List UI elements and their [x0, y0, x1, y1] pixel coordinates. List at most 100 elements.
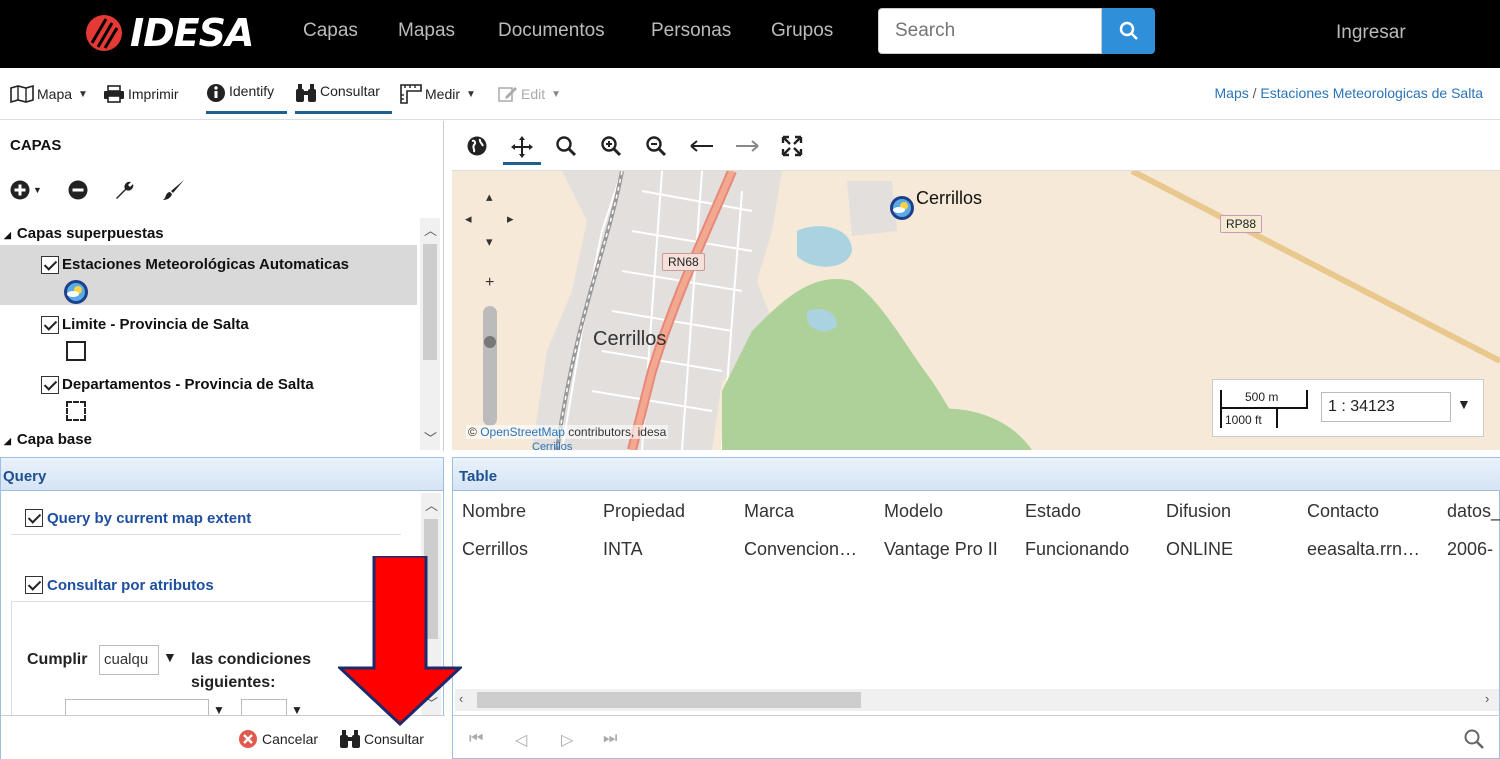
magnifier-icon	[556, 136, 577, 157]
login-link[interactable]: Ingresar	[1336, 22, 1406, 44]
table-cell: 2006-	[1447, 539, 1494, 559]
add-layer-button[interactable]: ▼	[10, 180, 42, 200]
query-attr-option[interactable]: Consultar por atributos	[25, 576, 214, 594]
full-extent-tool[interactable]	[779, 133, 805, 159]
group-overlay[interactable]: ◢ Capas superpuestas	[4, 225, 164, 242]
scroll-right-icon[interactable]: ›	[1485, 691, 1489, 706]
scroll-thumb[interactable]	[477, 692, 861, 708]
wrench-icon[interactable]	[114, 179, 136, 201]
scale-ratio-input[interactable]: 1 : 34123	[1321, 392, 1451, 422]
town-label: Cerrillos	[593, 328, 667, 350]
partial-place-label: Cerrillos	[532, 441, 573, 450]
match-label: Cumplir	[27, 651, 88, 668]
layer-checkbox[interactable]	[41, 376, 59, 394]
zoom-to-selection-icon[interactable]	[1463, 728, 1485, 750]
table-cell: Funcionando	[1025, 539, 1130, 559]
collapse-triangle-icon[interactable]: ◢	[4, 436, 11, 446]
table-horizontal-scrollbar[interactable]: ‹ ›	[455, 689, 1499, 711]
column-header[interactable]: Difusion	[1166, 501, 1231, 522]
previous-page-icon[interactable]: ◁	[515, 730, 527, 750]
svg-text:▴: ▴	[486, 189, 493, 204]
move-icon	[511, 135, 533, 158]
osm-link[interactable]: OpenStreetMap	[480, 425, 565, 439]
scroll-up-icon[interactable]: ︿	[425, 495, 438, 514]
query-extent-checkbox[interactable]	[25, 509, 43, 527]
column-header[interactable]: Estado	[1025, 501, 1081, 522]
table-pager: ⏮ ◁ ▷ ⏭	[453, 715, 1500, 759]
group-base-label: Capa base	[16, 431, 92, 448]
chevron-down-icon[interactable]: ▼	[1457, 396, 1471, 412]
measure-menu-button[interactable]: Medir ▼	[400, 82, 476, 106]
query-tool[interactable]: Consultar	[295, 80, 392, 114]
table-panel: Table Nombre Propiedad Marca Modelo Esta…	[452, 457, 1500, 759]
nav-personas[interactable]: Personas	[651, 20, 731, 42]
column-header[interactable]: Nombre	[462, 501, 526, 522]
condition-field-select[interactable]	[65, 699, 209, 715]
zoom-box-tool[interactable]	[553, 133, 579, 159]
column-header[interactable]: Modelo	[884, 501, 943, 522]
breadcrumb-maps-link[interactable]: Maps	[1215, 85, 1249, 101]
submit-query-button[interactable]: Consultar	[339, 729, 424, 749]
layer-checkbox[interactable]	[41, 316, 59, 334]
print-label: Imprimir	[128, 86, 179, 102]
next-page-icon[interactable]: ▷	[561, 730, 573, 750]
map-menu-button[interactable]: Mapa ▼	[10, 82, 88, 106]
cancel-button[interactable]: Cancelar	[238, 729, 318, 749]
layer-label: Departamentos - Provincia de Salta	[62, 376, 314, 393]
column-header[interactable]: datos_	[1447, 501, 1500, 522]
chevron-down-icon: ▼	[466, 88, 476, 100]
paintbrush-icon[interactable]	[162, 179, 186, 201]
query-extent-label: Query by current map extent	[47, 509, 252, 527]
collapse-triangle-icon[interactable]: ◢	[4, 230, 11, 240]
chevron-down-icon[interactable]: ▼	[163, 649, 177, 665]
conditions-label-line1: las condiciones	[191, 651, 312, 668]
scroll-thumb[interactable]	[423, 244, 437, 360]
edit-menu-button[interactable]: Edit ▼	[498, 82, 561, 106]
road-badge-rp88: RP88	[1220, 215, 1263, 233]
column-header[interactable]: Marca	[744, 501, 794, 522]
layer-tree-scrollbar[interactable]: ︿ ﹀	[420, 218, 440, 450]
search-button[interactable]	[1102, 8, 1155, 54]
nav-grupos[interactable]: Grupos	[771, 20, 833, 42]
cancel-icon	[239, 730, 257, 748]
layer-checkbox[interactable]	[41, 256, 59, 274]
remove-layer-icon[interactable]	[68, 180, 88, 200]
search-input[interactable]	[879, 9, 1101, 53]
match-select[interactable]: cualqu	[99, 645, 159, 675]
nav-capas[interactable]: Capas	[303, 20, 358, 42]
weather-station-marker-icon[interactable]	[888, 195, 916, 221]
layer-row-limite[interactable]: Limite - Provincia de Salta	[0, 306, 417, 366]
zoom-out-tool[interactable]	[643, 133, 669, 159]
next-extent-tool[interactable]	[734, 133, 760, 159]
nav-documentos[interactable]: Documentos	[498, 20, 605, 42]
breadcrumb-current-link[interactable]: Estaciones Meteorologicas de Salta	[1260, 85, 1483, 101]
map-menu-label: Mapa	[37, 86, 73, 102]
attribution-suffix: contributors, idesa	[568, 425, 667, 439]
previous-extent-tool[interactable]	[689, 133, 715, 159]
layers-panel: CAPAS ▼ ◢ Capas superpuestas Estaciones …	[0, 121, 444, 451]
layer-label: Limite - Provincia de Salta	[62, 316, 249, 333]
plus-circle-icon	[10, 180, 30, 200]
query-extent-option[interactable]: Query by current map extent	[25, 509, 251, 527]
print-button[interactable]: Imprimir	[103, 82, 179, 106]
map-canvas[interactable]: ◂ ▸ ▴ ▾ + RN68 RP88 Cerrillos Cerrillos …	[452, 171, 1500, 450]
condition-operator-select[interactable]	[241, 699, 287, 715]
column-header[interactable]: Contacto	[1307, 501, 1379, 522]
scroll-down-icon[interactable]: ﹀	[424, 428, 437, 447]
pan-tool[interactable]	[503, 131, 541, 165]
first-page-icon[interactable]: ⏮	[469, 730, 483, 748]
nav-mapas[interactable]: Mapas	[398, 20, 455, 42]
globe-tool[interactable]	[464, 133, 490, 159]
layer-row-stations[interactable]: Estaciones Meteorológicas Automaticas	[0, 245, 417, 305]
query-attr-checkbox[interactable]	[25, 576, 43, 594]
column-header[interactable]: Propiedad	[603, 501, 685, 522]
identify-tool[interactable]: Identify	[206, 80, 287, 114]
group-base[interactable]: ◢ Capa base	[4, 431, 92, 448]
last-page-icon[interactable]: ⏭	[603, 730, 617, 748]
layer-row-departamentos[interactable]: Departamentos - Provincia de Salta	[0, 366, 417, 426]
scroll-up-icon[interactable]: ︿	[424, 220, 437, 239]
idesa-logo[interactable]: IDESA	[84, 8, 254, 58]
zoom-in-tool[interactable]	[598, 133, 624, 159]
layers-panel-title: CAPAS	[10, 137, 62, 154]
ruler-icon	[400, 84, 422, 104]
